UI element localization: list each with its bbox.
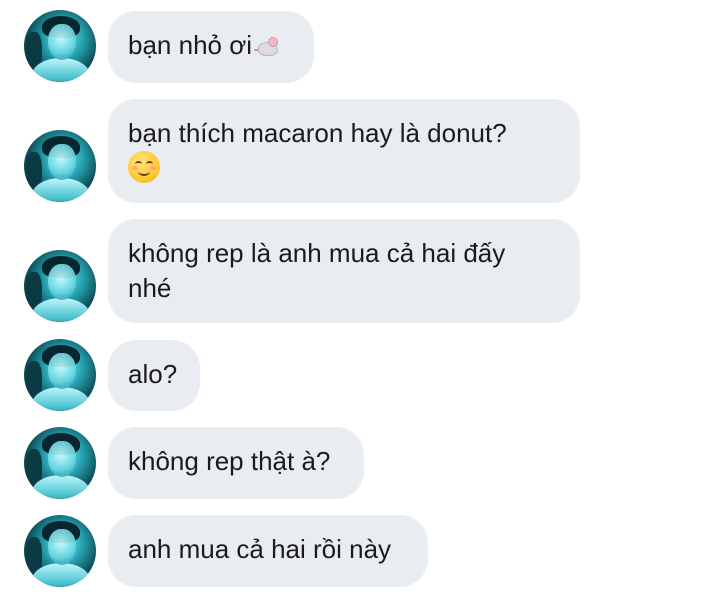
message-bubble[interactable]: không rep là anh mua cả hai đấy nhé [108, 219, 580, 323]
avatar[interactable] [24, 515, 96, 587]
message-text: alo? [128, 359, 178, 389]
message-text: anh mua cả hai rồi này [128, 534, 392, 564]
message-bubble[interactable]: bạn nhỏ ơi [108, 11, 314, 83]
message-bubble[interactable]: không rep thật à? [108, 427, 364, 499]
message-text: bạn nhỏ ơi [128, 30, 253, 60]
avatar[interactable] [24, 130, 96, 202]
message-text: không rep thật à? [128, 446, 331, 476]
avatar[interactable] [24, 427, 96, 499]
avatar[interactable] [24, 339, 96, 411]
message-bubble[interactable]: alo? [108, 340, 200, 411]
avatar[interactable] [24, 10, 96, 82]
avatar[interactable] [24, 250, 96, 322]
message-text: không rep là anh mua cả hai đấy nhé [128, 238, 506, 303]
message-text: bạn thích macaron hay là donut? [128, 118, 507, 148]
message-bubble[interactable]: anh mua cả hai rồi này [108, 515, 428, 587]
smiling-face-emoji-icon [128, 151, 160, 183]
message-bubble[interactable]: bạn thích macaron hay là donut? [108, 99, 580, 203]
mouse-emoji-icon [254, 34, 280, 56]
